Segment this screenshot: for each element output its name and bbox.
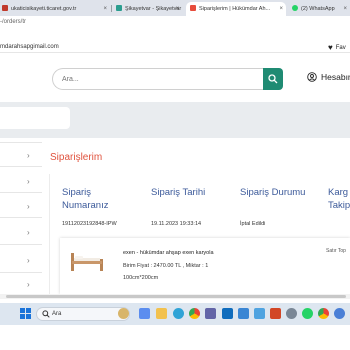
column-header-line: Sipariş xyxy=(62,187,92,198)
scrollbar-thumb[interactable] xyxy=(6,295,346,298)
sikayetvar-icon xyxy=(116,5,122,11)
chevron-right-icon[interactable]: › xyxy=(27,202,30,211)
tab-label: ukaticisikayeti.ticaret.gov.tr xyxy=(11,6,77,12)
whatsapp-icon[interactable] xyxy=(302,308,313,319)
address-bar[interactable]: -/orders/tr xyxy=(0,16,350,32)
favorites-label: Fav xyxy=(335,45,346,51)
column-header-order-date: Sipariş Tarihi xyxy=(151,186,205,199)
sidebar-divider xyxy=(0,244,42,245)
user-icon xyxy=(307,72,317,82)
product-price: Birim Fiyat : 2470.00 TL , Miktar : 1 xyxy=(123,263,209,269)
tab-label: Şikayetvar - Şikayetvar xyxy=(125,6,182,12)
column-header-line: Sipariş Tarihi xyxy=(151,187,206,198)
edge-icon[interactable] xyxy=(173,308,184,319)
column-header-order-status: Sipariş Durumu xyxy=(240,186,305,199)
product-size: 100cm*200cm xyxy=(123,275,159,281)
order-item-card: exen - hükümdar ahşap exen karyola Birim… xyxy=(60,238,350,294)
order-date: 19.11.2023 19:33:14 xyxy=(151,221,202,227)
settings-icon[interactable] xyxy=(286,308,297,319)
column-header-line: Takip xyxy=(328,200,350,211)
close-icon[interactable]: × xyxy=(279,2,283,16)
url-text[interactable]: -/orders/tr xyxy=(0,19,26,25)
sidebar-divider xyxy=(0,166,42,167)
column-header-line: Sipariş Durumu xyxy=(240,187,306,198)
sidebar-divider xyxy=(0,272,42,273)
line-total-label: Satır Top xyxy=(326,248,346,254)
taskbar-search[interactable]: Ara xyxy=(36,307,130,321)
chevron-right-icon[interactable]: › xyxy=(27,151,30,160)
extra-icon[interactable] xyxy=(334,308,345,319)
page-title: Siparişlerim xyxy=(50,152,103,163)
order-status: İptal Edildi xyxy=(240,221,266,227)
store-icon[interactable] xyxy=(238,308,249,319)
bed-product-image[interactable] xyxy=(68,249,106,275)
government-icon xyxy=(2,5,8,11)
chevron-right-icon[interactable]: › xyxy=(27,280,30,289)
chrome-icon[interactable] xyxy=(189,308,200,319)
windows-taskbar: Ara xyxy=(0,303,350,325)
bookmarks-bar: mdarahsapgimail.com ♥ Fav xyxy=(0,39,350,53)
tab-label: (2) WhatsApp xyxy=(301,6,335,12)
heart-icon: ♥ xyxy=(328,43,333,52)
search-input[interactable] xyxy=(52,68,266,90)
browser-tab[interactable]: Şikayetvar - Şikayetvar × xyxy=(112,2,182,16)
chevron-right-icon[interactable]: › xyxy=(27,256,30,265)
sidebar-divider xyxy=(0,192,42,193)
weather-icon[interactable] xyxy=(118,308,129,319)
tab-label: Siparişlerim | Hükümdar Ah... xyxy=(199,6,271,12)
column-header-order-number: Sipariş Numaranız xyxy=(62,186,108,212)
close-icon[interactable]: × xyxy=(175,2,179,16)
whatsapp-icon xyxy=(292,5,298,11)
taskbar-search-label: Ara xyxy=(52,311,62,317)
column-header-line: Karg xyxy=(328,187,349,198)
powerpoint-icon[interactable] xyxy=(270,308,281,319)
close-icon[interactable]: × xyxy=(103,2,107,16)
chrome-profile-icon[interactable] xyxy=(318,308,329,319)
store-icon xyxy=(190,5,196,11)
product-name[interactable]: exen - hükümdar ahşap exen karyola xyxy=(123,250,214,256)
browser-tab-bar: ukaticisikayeti.ticaret.gov.tr × Şikayet… xyxy=(0,0,350,16)
browser-tab[interactable]: (2) WhatsApp × xyxy=(288,2,350,16)
favorites-bookmark[interactable]: ♥ Fav xyxy=(328,43,346,52)
browser-tab[interactable]: ukaticisikayeti.ticaret.gov.tr × xyxy=(0,2,110,16)
chevron-right-icon[interactable]: › xyxy=(27,177,30,186)
column-header-cargo-tracking: Karg Takip xyxy=(328,186,350,212)
photos-icon[interactable] xyxy=(254,308,265,319)
column-header-line: Numaranız xyxy=(62,200,109,211)
account-link[interactable]: Hesabın xyxy=(307,72,350,82)
bookmark-email[interactable]: mdarahsapgimail.com xyxy=(0,44,59,50)
search-icon xyxy=(42,310,50,318)
horizontal-scrollbar[interactable] xyxy=(0,294,350,299)
widgets-icon[interactable] xyxy=(139,308,150,319)
windows-start-icon[interactable] xyxy=(20,308,31,319)
site-header: Hesabın xyxy=(0,57,350,102)
file-explorer-icon[interactable] xyxy=(156,308,167,319)
close-icon[interactable]: × xyxy=(343,2,347,16)
mail-icon[interactable] xyxy=(222,308,233,319)
sidebar-header-box xyxy=(0,107,70,129)
order-number: 19112023192848-IPW xyxy=(62,221,117,227)
search-button[interactable] xyxy=(263,68,283,90)
sidebar-divider xyxy=(0,142,42,143)
sidebar-divider xyxy=(0,217,42,218)
search-icon xyxy=(268,74,278,84)
teams-icon[interactable] xyxy=(205,308,216,319)
chevron-right-icon[interactable]: › xyxy=(27,228,30,237)
browser-tab-active[interactable]: Siparişlerim | Hükümdar Ah... × xyxy=(186,2,286,16)
account-label: Hesabın xyxy=(321,72,350,82)
